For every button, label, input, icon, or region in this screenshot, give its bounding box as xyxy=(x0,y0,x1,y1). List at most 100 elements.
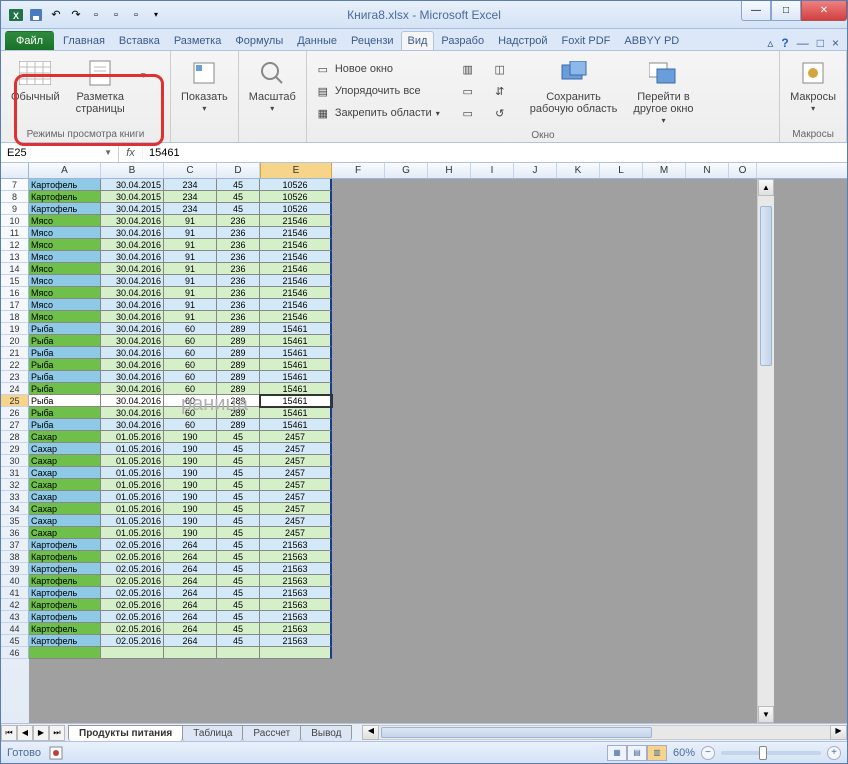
cell[interactable]: Рыба xyxy=(29,419,101,431)
cell[interactable] xyxy=(164,647,217,659)
col-header-G[interactable]: G xyxy=(385,163,428,178)
save-workspace-button[interactable]: Сохранить рабочую область xyxy=(526,55,622,128)
maximize-button[interactable]: □ xyxy=(771,1,801,21)
cell[interactable]: Сахар xyxy=(29,515,101,527)
sync-scroll-button[interactable]: ⇵ xyxy=(490,82,510,100)
cell[interactable]: Картофель xyxy=(29,635,101,647)
mdi-minimize-icon[interactable]: — xyxy=(797,36,809,50)
cell[interactable]: 15461 xyxy=(260,335,332,347)
cell[interactable]: 30.04.2016 xyxy=(101,299,164,311)
cell[interactable]: 45 xyxy=(217,587,260,599)
cell[interactable]: 2457 xyxy=(260,527,332,539)
cell[interactable]: 234 xyxy=(164,203,217,215)
cell[interactable]: 02.05.2016 xyxy=(101,563,164,575)
col-header-O[interactable]: O xyxy=(729,163,757,178)
cell[interactable]: 45 xyxy=(217,479,260,491)
cell[interactable]: Рыба xyxy=(29,383,101,395)
cell[interactable]: 45 xyxy=(217,455,260,467)
zoom-slider-thumb[interactable] xyxy=(759,746,767,760)
cell[interactable]: 2457 xyxy=(260,431,332,443)
cell[interactable]: 2457 xyxy=(260,479,332,491)
cell[interactable]: 2457 xyxy=(260,467,332,479)
row-header[interactable]: 19 xyxy=(1,323,29,335)
horizontal-scrollbar[interactable]: ◀ ▶ xyxy=(362,725,847,740)
col-header-J[interactable]: J xyxy=(514,163,557,178)
tab-вставка[interactable]: Вставка xyxy=(112,31,167,50)
cell[interactable]: 264 xyxy=(164,635,217,647)
row-header[interactable]: 30 xyxy=(1,455,29,467)
tab-file[interactable]: Файл xyxy=(5,31,54,50)
cell[interactable]: 21563 xyxy=(260,611,332,623)
cell[interactable]: Рыба xyxy=(29,371,101,383)
row-header[interactable]: 44 xyxy=(1,623,29,635)
cell[interactable]: Картофель xyxy=(29,587,101,599)
cell[interactable]: 45 xyxy=(217,635,260,647)
cell[interactable]: Мясо xyxy=(29,299,101,311)
cell[interactable]: 91 xyxy=(164,239,217,251)
tab-foxit pdf[interactable]: Foxit PDF xyxy=(555,31,618,50)
cell[interactable]: 21563 xyxy=(260,587,332,599)
cell[interactable]: 30.04.2016 xyxy=(101,335,164,347)
cell[interactable]: 21546 xyxy=(260,311,332,323)
cell[interactable]: 234 xyxy=(164,179,217,191)
col-header-E[interactable]: E xyxy=(260,163,332,178)
cell[interactable]: 01.05.2016 xyxy=(101,443,164,455)
cell[interactable]: Картофель xyxy=(29,551,101,563)
cell[interactable]: 30.04.2016 xyxy=(101,395,164,407)
cell[interactable]: Сахар xyxy=(29,503,101,515)
cell[interactable]: 15461 xyxy=(260,419,332,431)
cell[interactable]: 02.05.2016 xyxy=(101,635,164,647)
cell[interactable]: Мясо xyxy=(29,251,101,263)
cell[interactable]: Мясо xyxy=(29,227,101,239)
cell[interactable]: 91 xyxy=(164,311,217,323)
cell[interactable]: 190 xyxy=(164,455,217,467)
cell[interactable]: 236 xyxy=(217,263,260,275)
cell[interactable]: 60 xyxy=(164,359,217,371)
cell[interactable]: 30.04.2016 xyxy=(101,311,164,323)
cell[interactable]: 289 xyxy=(217,419,260,431)
cell[interactable]: Мясо xyxy=(29,263,101,275)
sheet-tab[interactable]: Вывод xyxy=(300,725,352,741)
normal-view-shortcut[interactable]: ▦ xyxy=(607,745,627,761)
arrange-all-button[interactable]: ▤Упорядочить все xyxy=(313,82,442,100)
col-header-N[interactable]: N xyxy=(686,163,729,178)
excel-icon[interactable]: X xyxy=(7,6,25,24)
cell[interactable]: Сахар xyxy=(29,443,101,455)
cell[interactable]: 264 xyxy=(164,611,217,623)
row-header[interactable]: 11 xyxy=(1,227,29,239)
cell[interactable]: 190 xyxy=(164,527,217,539)
cell[interactable]: 236 xyxy=(217,299,260,311)
row-header[interactable]: 39 xyxy=(1,563,29,575)
new-window-button[interactable]: ▭Новое окно xyxy=(313,60,442,78)
cell[interactable]: 45 xyxy=(217,575,260,587)
scroll-down-button[interactable]: ▼ xyxy=(758,706,774,723)
row-header[interactable]: 8 xyxy=(1,191,29,203)
cell[interactable]: Рыба xyxy=(29,359,101,371)
cell[interactable]: 289 xyxy=(217,383,260,395)
cell[interactable]: 190 xyxy=(164,479,217,491)
cell[interactable]: 21546 xyxy=(260,251,332,263)
cell[interactable]: 60 xyxy=(164,335,217,347)
mdi-close-icon[interactable]: × xyxy=(832,36,839,50)
cell[interactable]: 2457 xyxy=(260,503,332,515)
col-header-K[interactable]: K xyxy=(557,163,600,178)
row-header[interactable]: 45 xyxy=(1,635,29,647)
cell[interactable]: 01.05.2016 xyxy=(101,431,164,443)
col-header-B[interactable]: B xyxy=(101,163,164,178)
row-header[interactable]: 22 xyxy=(1,359,29,371)
cell[interactable]: 21546 xyxy=(260,299,332,311)
cell[interactable]: 2457 xyxy=(260,443,332,455)
cell[interactable]: 264 xyxy=(164,599,217,611)
row-header[interactable]: 28 xyxy=(1,431,29,443)
cell[interactable]: 45 xyxy=(217,491,260,503)
cell[interactable]: Картофель xyxy=(29,611,101,623)
cell[interactable]: 15461 xyxy=(260,323,332,335)
cell[interactable]: Мясо xyxy=(29,311,101,323)
cell[interactable]: Картофель xyxy=(29,179,101,191)
tab-nav-first[interactable]: ⏮ xyxy=(1,725,17,741)
row-header[interactable]: 35 xyxy=(1,515,29,527)
cell[interactable]: 21546 xyxy=(260,227,332,239)
hscroll-thumb[interactable] xyxy=(381,727,651,738)
row-header[interactable]: 31 xyxy=(1,467,29,479)
vertical-scrollbar[interactable]: ▲ ▼ xyxy=(757,179,774,723)
